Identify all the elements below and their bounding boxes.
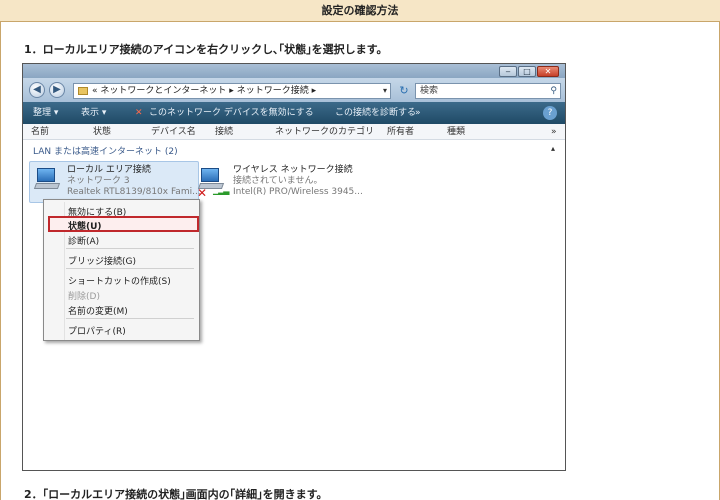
menu-separator xyxy=(66,268,194,269)
column-owner[interactable]: 所有者 xyxy=(387,124,414,140)
maximize-button[interactable]: □ xyxy=(518,66,536,77)
column-network-category[interactable]: ネットワークのカテゴリ xyxy=(275,124,374,140)
signal-bars-icon: ▁▂▃ xyxy=(213,186,230,195)
list-item-wireless-connection[interactable]: ワイヤレス ネットワーク接続 接続されていません。 Intel(R) PRO/W… xyxy=(233,165,363,198)
step-2-text: 2．｢ローカルエリア接続の状態｣画面内の｢詳細｣を開きます。 xyxy=(24,488,328,500)
search-icon[interactable]: ⚲ xyxy=(550,84,557,98)
close-button[interactable]: ✕ xyxy=(537,66,559,77)
menu-item-bridge[interactable]: ブリッジ接続(G) xyxy=(68,254,136,267)
help-icon[interactable]: ? xyxy=(543,106,557,120)
breadcrumb-network-internet[interactable]: ネットワークとインターネット xyxy=(100,86,226,96)
minimize-button[interactable]: ‒ xyxy=(499,66,517,77)
menu-item-rename[interactable]: 名前の変更(M) xyxy=(68,304,128,317)
column-status[interactable]: 状態 xyxy=(93,124,111,140)
menu-item-create-shortcut[interactable]: ショートカットの作成(S) xyxy=(68,274,171,287)
collapse-group-icon[interactable]: ▴ xyxy=(551,144,555,153)
menu-separator xyxy=(66,248,194,249)
item-device: Intel(R) PRO/Wireless 3945... xyxy=(233,187,363,197)
diagnose-button[interactable]: この接続を診断する xyxy=(335,102,416,124)
item-name: ワイヤレス ネットワーク接続 xyxy=(233,165,353,175)
item-device: Realtek RTL8139/810x Fami... xyxy=(67,187,201,197)
disable-device-icon: ✕ xyxy=(135,108,143,118)
column-type[interactable]: 種類 xyxy=(447,124,465,140)
search-placeholder: 検索 xyxy=(420,86,439,96)
disable-device-button[interactable]: このネットワーク デバイスを無効にする xyxy=(149,102,314,124)
column-name[interactable]: 名前 xyxy=(31,124,49,140)
menu-separator xyxy=(66,318,194,319)
network-adapter-icon[interactable] xyxy=(33,168,61,190)
item-name: ローカル エリア接続 xyxy=(67,165,151,175)
columns-more-icon[interactable]: » xyxy=(551,124,557,140)
organize-button[interactable]: 整理 ▾ xyxy=(33,102,58,124)
address-row: ◀ ▶ « ネットワークとインターネット ▸ ネットワーク接続 ▸ ▾ ↻ 検索… xyxy=(23,78,565,102)
address-prefix: « xyxy=(92,86,98,96)
column-device-name[interactable]: デバイス名 xyxy=(151,124,196,140)
menu-item-diagnose[interactable]: 診断(A) xyxy=(68,234,99,247)
address-dropdown-icon[interactable]: ▾ xyxy=(383,84,387,98)
breadcrumb-separator-icon: ▸ xyxy=(229,86,234,96)
menu-item-disable[interactable]: 無効にする(B) xyxy=(68,205,126,218)
menu-item-status[interactable]: 状態(U) xyxy=(68,219,102,232)
breadcrumb-separator-icon: ▸ xyxy=(311,86,317,96)
column-connection[interactable]: 接続 xyxy=(215,124,233,140)
address-bar[interactable]: « ネットワークとインターネット ▸ ネットワーク接続 ▸ ▾ xyxy=(73,83,391,99)
column-header-row: 名前 状態 デバイス名 接続 ネットワークのカテゴリ 所有者 種類 » xyxy=(23,124,565,140)
command-toolbar: 整理 ▾ 表示 ▾ ✕ このネットワーク デバイスを無効にする この接続を診断す… xyxy=(23,102,565,124)
title-bar: ‒ □ ✕ xyxy=(23,64,565,78)
menu-item-delete: 削除(D) xyxy=(68,292,100,302)
item-status: 接続されていません。 xyxy=(233,176,323,186)
page-title: 設定の確認方法 xyxy=(0,0,720,22)
explorer-window: ‒ □ ✕ ◀ ▶ « ネットワークとインターネット ▸ ネットワーク接続 ▸ … xyxy=(22,63,566,471)
list-item-local-area-connection[interactable]: ローカル エリア接続 ネットワーク 3 Realtek RTL8139/810x… xyxy=(67,165,201,198)
menu-item-properties[interactable]: プロパティ(R) xyxy=(68,324,126,337)
disconnected-icon: ✕ xyxy=(197,186,208,200)
breadcrumb-network-connections[interactable]: ネットワーク接続 xyxy=(237,86,309,96)
folder-icon xyxy=(78,86,88,95)
group-header[interactable]: LAN または高速インターネット (2) xyxy=(33,144,178,157)
toolbar-more-button[interactable]: » xyxy=(415,102,421,124)
item-status: ネットワーク 3 xyxy=(67,176,130,186)
refresh-icon[interactable]: ↻ xyxy=(395,83,413,99)
search-input[interactable]: 検索 ⚲ xyxy=(415,83,561,99)
forward-button[interactable]: ▶ xyxy=(49,82,65,98)
step-1-text: 1．ローカルエリア接続のアイコンを右クリックし､｢状態｣を選択します。 xyxy=(24,43,388,56)
views-button[interactable]: 表示 ▾ xyxy=(81,102,106,124)
back-button[interactable]: ◀ xyxy=(29,82,45,98)
context-menu: 無効にする(B) 状態(U) 診断(A) ブリッジ接続(G) ショートカットの作… xyxy=(43,199,200,341)
